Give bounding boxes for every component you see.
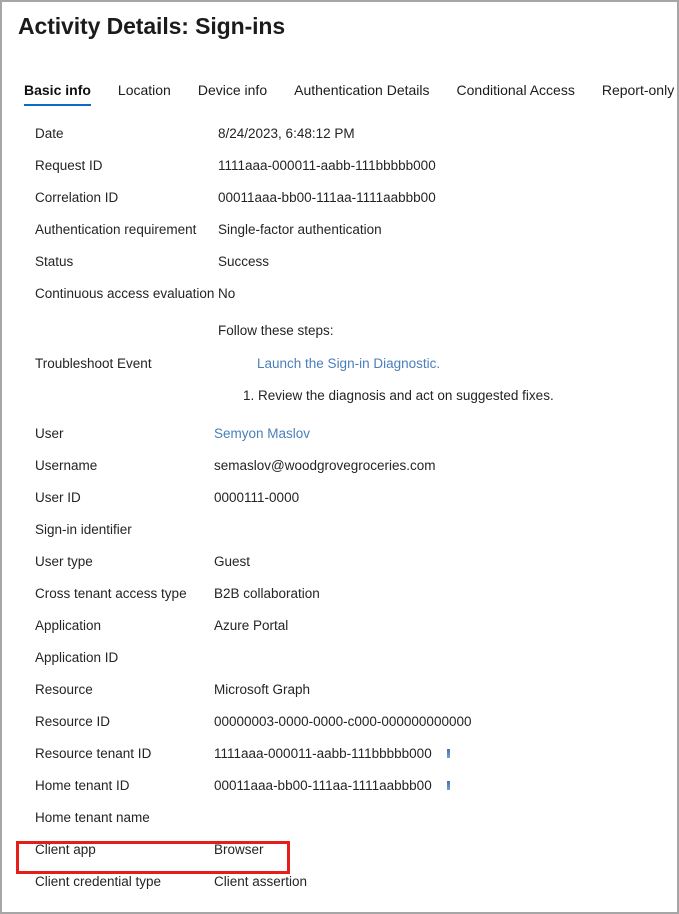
detail-row: Home tenant ID 00011aaa-bb00-111aa-1111aa… bbox=[2, 774, 677, 806]
troubleshoot-step-1: 1. Review the diagnosis and act on sugge… bbox=[243, 388, 554, 403]
detail-label: Home tenant ID bbox=[35, 778, 130, 793]
troubleshoot-label: Troubleshoot Event bbox=[35, 356, 152, 371]
detail-label: Date bbox=[35, 126, 64, 141]
detail-value: 00000003-0000-0000-c000-000000000000 bbox=[214, 714, 472, 729]
detail-row: Resource tenant ID 1111aaa-000011-aabb-11… bbox=[2, 742, 677, 774]
detail-row: Continuous access evaluation No bbox=[2, 282, 677, 314]
detail-label: Resource ID bbox=[35, 714, 111, 729]
detail-row: Sign-in identifier bbox=[2, 518, 677, 550]
tab-location[interactable]: Location bbox=[118, 82, 171, 106]
detail-value: Success bbox=[218, 254, 270, 269]
troubleshoot-event-block: Troubleshoot Event Follow these steps: Lau… bbox=[2, 314, 677, 422]
window-content: Activity Details: Sign-ins Basic info Loc… bbox=[2, 2, 677, 912]
detail-label: Correlation ID bbox=[35, 190, 119, 205]
detail-value: Microsoft Graph bbox=[214, 682, 311, 697]
detail-label: Request ID bbox=[35, 158, 103, 173]
detail-row: User ID 0000111-0000 bbox=[2, 486, 677, 518]
detail-value: B2B collaboration bbox=[214, 586, 320, 601]
detail-row: Request ID 1111aaa-000011-aabb-111bbbbb00… bbox=[2, 154, 677, 186]
detail-value: Client assertion bbox=[214, 874, 308, 889]
detail-value: 0000111-0000 bbox=[214, 490, 300, 505]
detail-value: 8/24/2023, 6:48:12 PM bbox=[218, 126, 355, 141]
detail-row: Date 8/24/2023, 6:48:12 PM bbox=[2, 122, 677, 154]
tab-authentication-details[interactable]: Authentication Details bbox=[294, 82, 429, 106]
tab-basic-info[interactable]: Basic info bbox=[24, 82, 91, 106]
detail-value: 00011aaa-bb00-111aa-1111aabbb00 bbox=[214, 778, 432, 793]
detail-value-link[interactable]: Semyon Maslov bbox=[214, 425, 310, 443]
detail-label: Home tenant name bbox=[35, 810, 150, 825]
detail-value: Guest bbox=[214, 554, 251, 569]
detail-row: Client credential type Client assertion bbox=[2, 870, 677, 902]
detail-row: Authentication requirement Single-factor … bbox=[2, 218, 677, 250]
detail-row: Resource Microsoft Graph bbox=[2, 678, 677, 710]
detail-row: Application ID bbox=[2, 646, 677, 678]
detail-value: No bbox=[218, 286, 236, 301]
detail-row: Status Success bbox=[2, 250, 677, 282]
detail-value: Browser bbox=[214, 842, 264, 857]
tab-bar: Basic info Location Device info Authenticat… bbox=[24, 82, 674, 112]
detail-row: Application Azure Portal bbox=[2, 614, 677, 646]
detail-row: User type Guest bbox=[2, 550, 677, 582]
page-title: Activity Details: Sign-ins bbox=[18, 13, 286, 39]
detail-label: Client app bbox=[35, 842, 96, 857]
detail-label: Application ID bbox=[35, 650, 119, 665]
tab-device-info[interactable]: Device info bbox=[198, 82, 267, 106]
detail-row: Username semaslov@woodgrovegroceries.com bbox=[2, 454, 677, 486]
detail-label: Resource bbox=[35, 682, 93, 697]
detail-label: Continuous access evaluation bbox=[35, 286, 215, 301]
copy-icon[interactable] bbox=[447, 749, 450, 758]
detail-row: User Semyon Maslov bbox=[2, 422, 677, 454]
detail-label: Authentication requirement bbox=[35, 222, 197, 237]
detail-value: Single-factor authentication bbox=[218, 222, 382, 237]
detail-label: Cross tenant access type bbox=[35, 586, 187, 601]
detail-label: Sign-in identifier bbox=[35, 522, 132, 537]
detail-row: Cross tenant access type B2B collaboratio… bbox=[2, 582, 677, 614]
detail-row: Resource ID 00000003-0000-0000-c000-00000… bbox=[2, 710, 677, 742]
detail-row: Home tenant name bbox=[2, 806, 677, 838]
detail-label: User type bbox=[35, 554, 93, 569]
detail-value: 1111aaa-000011-aabb-111bbbbb000 bbox=[218, 158, 436, 173]
detail-row: Client app Browser bbox=[2, 838, 677, 870]
activity-details-window: Activity Details: Sign-ins Basic info Loc… bbox=[0, 0, 679, 914]
detail-value: 1111aaa-000011-aabb-111bbbbb000 bbox=[214, 746, 432, 761]
troubleshoot-lead-text: Follow these steps: bbox=[218, 323, 334, 338]
detail-value: Azure Portal bbox=[214, 618, 289, 633]
detail-label: Status bbox=[35, 254, 74, 269]
copy-icon[interactable] bbox=[447, 781, 450, 790]
detail-label: User bbox=[35, 426, 64, 441]
detail-label: Application bbox=[35, 618, 102, 633]
tab-report-only[interactable]: Report-only bbox=[602, 82, 674, 106]
detail-rows-container: Date 8/24/2023, 6:48:12 PM Request ID 1111a… bbox=[2, 122, 677, 902]
launch-signin-diagnostic-link[interactable]: Launch the Sign-in Diagnostic. bbox=[257, 356, 440, 371]
detail-value: 00011aaa-bb00-111aa-1111aabbb00 bbox=[218, 190, 436, 205]
detail-label: Client credential type bbox=[35, 874, 162, 889]
detail-label: Username bbox=[35, 458, 98, 473]
detail-row: Correlation ID 00011aaa-bb00-111aa-1111aa… bbox=[2, 186, 677, 218]
detail-label: Resource tenant ID bbox=[35, 746, 152, 761]
detail-label: User ID bbox=[35, 490, 81, 505]
detail-value: semaslov@woodgrovegroceries.com bbox=[214, 458, 436, 473]
tab-conditional-access[interactable]: Conditional Access bbox=[457, 82, 575, 106]
